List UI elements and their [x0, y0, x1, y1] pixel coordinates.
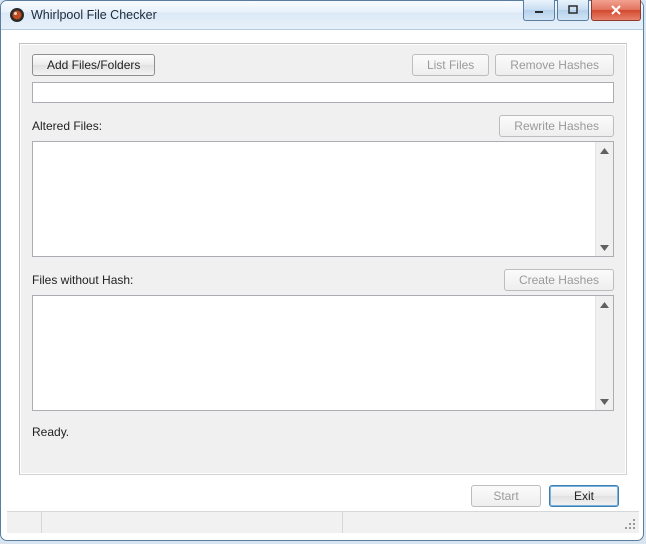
rewrite-hashes-button[interactable]: Rewrite Hashes	[499, 115, 614, 137]
maximize-button[interactable]	[557, 0, 589, 21]
files-without-hash-list[interactable]	[32, 295, 614, 411]
start-button[interactable]: Start	[471, 485, 541, 507]
path-input[interactable]	[32, 82, 614, 103]
app-icon	[9, 7, 25, 23]
files-without-hash-scrollbar[interactable]	[595, 296, 613, 410]
minimize-button[interactable]	[523, 0, 555, 21]
list-files-button[interactable]: List Files	[412, 54, 489, 76]
create-hashes-button[interactable]: Create Hashes	[504, 269, 614, 291]
client-area: Add Files/Folders List Files Remove Hash…	[7, 35, 639, 533]
window-title: Whirlpool File Checker	[31, 8, 157, 22]
files-without-hash-section: Files without Hash: Create Hashes	[32, 269, 614, 411]
scroll-up-icon[interactable]	[596, 296, 613, 313]
close-button[interactable]	[591, 0, 641, 21]
scroll-down-icon[interactable]	[596, 239, 613, 256]
scroll-down-icon[interactable]	[596, 393, 613, 410]
toolbar-right-group: List Files Remove Hashes	[412, 54, 614, 76]
statusbar-cell-1	[7, 512, 42, 533]
app-window: Whirlpool File Checker Add Files/Folders	[0, 0, 644, 541]
titlebar[interactable]: Whirlpool File Checker	[1, 1, 643, 30]
toolbar-row: Add Files/Folders List Files Remove Hash…	[32, 54, 614, 76]
add-files-folders-button[interactable]: Add Files/Folders	[32, 54, 155, 76]
altered-files-section: Altered Files: Rewrite Hashes	[32, 115, 614, 257]
path-input-row	[32, 82, 614, 103]
statusbar-cell-2	[42, 512, 343, 533]
files-without-hash-label: Files without Hash:	[32, 273, 133, 287]
altered-files-label: Altered Files:	[32, 119, 102, 133]
resize-grip-icon[interactable]	[617, 512, 639, 533]
altered-files-list[interactable]	[32, 141, 614, 257]
main-panel: Add Files/Folders List Files Remove Hash…	[19, 43, 627, 475]
remove-hashes-button[interactable]: Remove Hashes	[495, 54, 614, 76]
footer-buttons: Start Exit	[471, 485, 619, 507]
altered-files-scrollbar[interactable]	[595, 142, 613, 256]
statusbar	[7, 511, 639, 533]
caption-buttons	[523, 0, 641, 21]
scroll-up-icon[interactable]	[596, 142, 613, 159]
status-message: Ready.	[32, 425, 614, 439]
exit-button[interactable]: Exit	[549, 485, 619, 507]
